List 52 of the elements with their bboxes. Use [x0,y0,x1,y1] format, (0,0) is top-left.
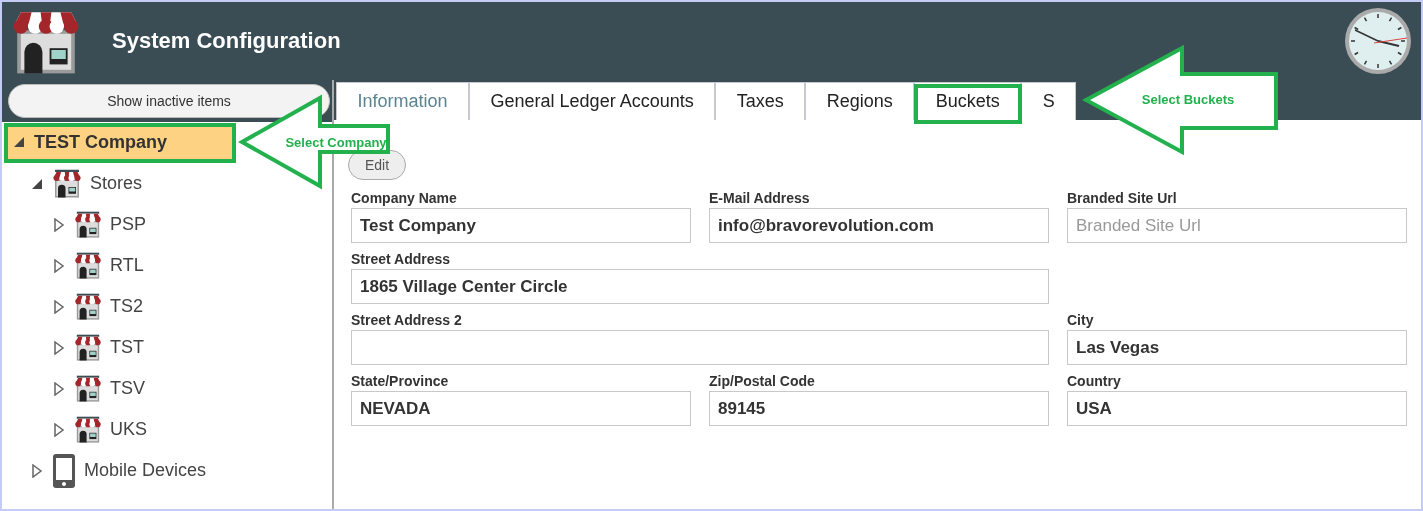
input-field[interactable]: Branded Site Url [1067,208,1407,243]
tree-item[interactable]: Stores [2,163,153,204]
tree-item[interactable]: TSV [2,368,155,409]
tab[interactable]: Regions [805,82,915,120]
input-field[interactable]: USA [1067,391,1407,426]
expand-icon[interactable] [52,217,66,232]
clock-icon [1343,6,1413,76]
input-field[interactable]: 1865 Village Center Circle [351,269,1049,304]
input-field[interactable]: info@bravorevolution.com [709,208,1049,243]
field-label: Branded Site Url [1067,190,1178,206]
callout-arrow: Select Buckets [1082,44,1280,156]
field-label: Country [1067,373,1122,389]
expand-icon[interactable] [52,258,66,273]
tree-item[interactable]: RTL [2,245,154,286]
field-label: Zip/Postal Code [709,373,816,389]
tree-item[interactable]: UKS [2,409,157,450]
store-icon [74,210,102,239]
field-label: Street Address 2 [351,312,463,328]
expand-icon[interactable] [30,463,44,478]
tree-item[interactable]: TEST Company [6,125,232,159]
tree-item[interactable]: TST [2,327,154,368]
phone-icon [52,452,76,489]
input-field[interactable] [351,330,1049,365]
collapse-icon[interactable] [12,135,26,149]
input-field[interactable]: Las Vegas [1067,330,1407,365]
tree-item[interactable]: TS2 [2,286,153,327]
tree-item[interactable]: PSP [2,204,157,245]
tab[interactable]: Information [336,82,470,120]
expand-icon[interactable] [52,381,66,396]
store-icon [74,333,102,362]
store-icon [52,168,82,199]
edit-button[interactable]: Edit [348,150,407,180]
store-icon [74,415,102,444]
store-icon [74,374,102,403]
field-label: E-Mail Address [709,190,811,206]
input-field[interactable]: NEVADA [351,391,691,426]
tab[interactable]: Taxes [715,82,806,120]
expand-icon[interactable] [52,299,66,314]
field-label: Company Name [351,190,458,206]
tab[interactable]: General Ledger Accounts [469,82,716,120]
input-field[interactable]: Test Company [351,208,691,243]
tree-item[interactable]: Mobile Devices [2,450,217,491]
expand-icon[interactable] [52,340,66,355]
store-icon [74,292,102,321]
tab[interactable]: S [1021,82,1077,120]
input-field[interactable]: 89145 [709,391,1049,426]
expand-icon[interactable] [52,422,66,437]
store-icon [74,251,102,280]
field-label: City [1067,312,1095,328]
field-label: State/Province [351,373,450,389]
field-label: Street Address [351,251,452,267]
window-title: System Configuration [112,28,342,54]
